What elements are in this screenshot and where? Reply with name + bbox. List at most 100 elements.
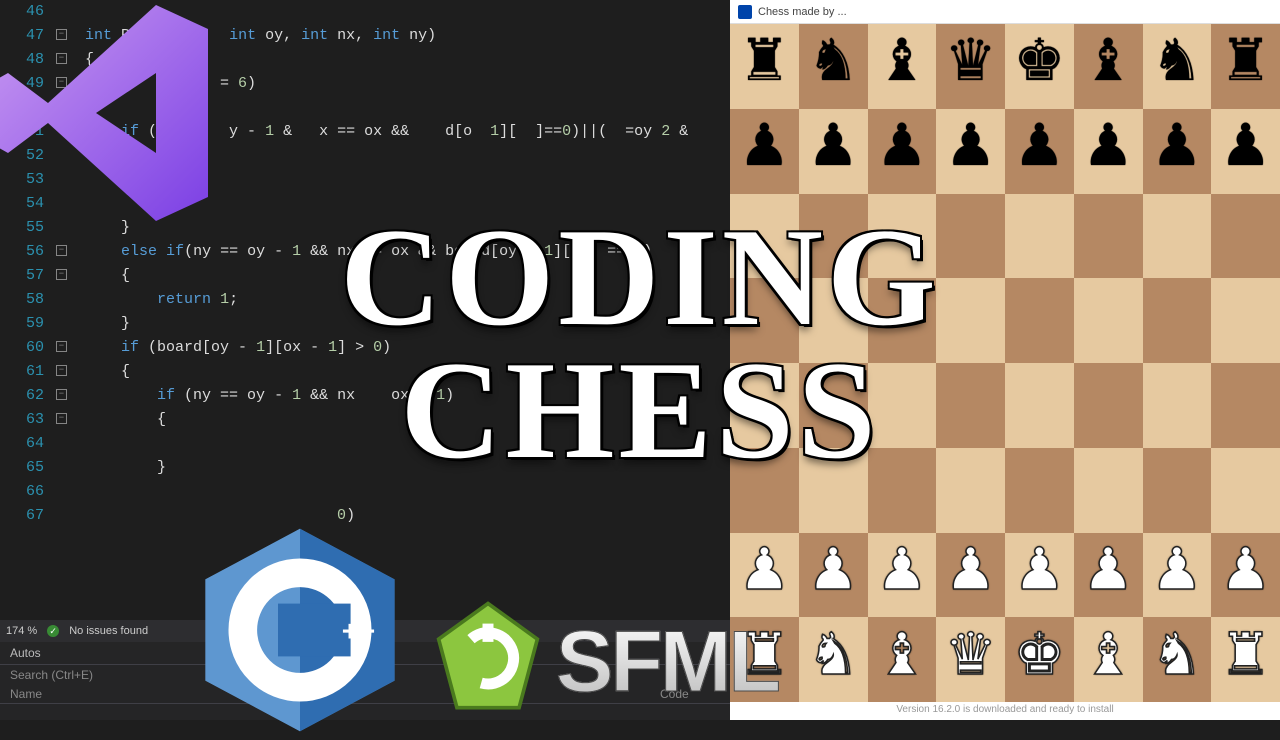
board-square[interactable]: ♟ <box>1005 109 1074 194</box>
board-square[interactable] <box>1074 278 1143 363</box>
board-square[interactable]: ♜ <box>730 617 799 702</box>
piece-wn[interactable]: ♞ <box>1151 631 1203 689</box>
piece-wn[interactable]: ♞ <box>807 631 859 689</box>
board-square[interactable]: ♟ <box>799 533 868 618</box>
board-square[interactable] <box>936 448 1005 533</box>
piece-bk[interactable]: ♚ <box>1013 37 1065 95</box>
board-square[interactable]: ♜ <box>1211 24 1280 109</box>
piece-bp[interactable]: ♟ <box>1220 122 1272 180</box>
code-line[interactable] <box>58 192 730 216</box>
piece-bb[interactable]: ♝ <box>876 37 928 95</box>
code-line[interactable] <box>58 480 730 504</box>
board-square[interactable] <box>936 278 1005 363</box>
piece-wb[interactable]: ♝ <box>876 631 928 689</box>
code-line[interactable]: if ( y - 1 & x == ox && d[o 1][ ]==0)||(… <box>58 120 730 144</box>
piece-bn[interactable]: ♞ <box>807 37 859 95</box>
board-square[interactable]: ♟ <box>1143 533 1212 618</box>
code-line[interactable]: {− <box>58 48 730 72</box>
code-line[interactable] <box>58 0 730 24</box>
piece-bp[interactable]: ♟ <box>1013 122 1065 180</box>
board-square[interactable]: ♞ <box>1143 617 1212 702</box>
board-square[interactable]: ♟ <box>936 109 1005 194</box>
board-square[interactable] <box>868 278 937 363</box>
piece-bn[interactable]: ♞ <box>1151 37 1203 95</box>
board-square[interactable] <box>936 363 1005 448</box>
board-square[interactable] <box>1074 363 1143 448</box>
board-square[interactable]: ♛ <box>936 24 1005 109</box>
code-line[interactable] <box>58 96 730 120</box>
panel-search[interactable]: Search (Ctrl+E) <box>0 665 730 685</box>
chess-board[interactable]: ♜♞♝♛♚♝♞♜♟♟♟♟♟♟♟♟♟♟♟♟♟♟♟♟♜♞♝♛♚♝♞♜ <box>730 24 1280 702</box>
code-line[interactable]: {− <box>58 408 730 432</box>
piece-bp[interactable]: ♟ <box>807 122 859 180</box>
board-square[interactable] <box>1005 448 1074 533</box>
piece-bb[interactable]: ♝ <box>1082 37 1134 95</box>
fold-toggle[interactable]: − <box>56 365 67 376</box>
piece-bp[interactable]: ♟ <box>1082 122 1134 180</box>
board-square[interactable] <box>1005 278 1074 363</box>
piece-bp[interactable]: ♟ <box>1151 122 1203 180</box>
autos-panel[interactable]: Autos Search (Ctrl+E) Name Type Code <box>0 642 730 720</box>
code-line[interactable] <box>58 432 730 456</box>
piece-wb[interactable]: ♝ <box>1082 631 1134 689</box>
board-square[interactable]: ♚ <box>1005 24 1074 109</box>
piece-wp[interactable]: ♟ <box>876 546 928 604</box>
board-square[interactable]: ♟ <box>1074 109 1143 194</box>
piece-wp[interactable]: ♟ <box>738 546 790 604</box>
col-name[interactable]: Name <box>10 687 335 701</box>
piece-wp[interactable]: ♟ <box>1082 546 1134 604</box>
code-line[interactable] <box>58 144 730 168</box>
col-code[interactable]: Code <box>660 687 720 701</box>
fold-toggle[interactable]: − <box>56 53 67 64</box>
board-square[interactable] <box>1143 363 1212 448</box>
piece-wp[interactable]: ♟ <box>807 546 859 604</box>
code-line[interactable] <box>58 168 730 192</box>
board-square[interactable]: ♟ <box>936 533 1005 618</box>
piece-wk[interactable]: ♚ <box>1013 631 1065 689</box>
board-square[interactable]: ♝ <box>1074 24 1143 109</box>
piece-wr[interactable]: ♜ <box>1220 631 1272 689</box>
col-type[interactable]: Type <box>335 687 660 701</box>
board-square[interactable] <box>1143 194 1212 279</box>
code-line[interactable]: } <box>58 216 730 240</box>
board-square[interactable]: ♚ <box>1005 617 1074 702</box>
board-square[interactable] <box>868 363 937 448</box>
board-square[interactable]: ♛ <box>936 617 1005 702</box>
code-editor[interactable]: 4647484950515253545556575859606162636465… <box>0 0 730 620</box>
board-square[interactable] <box>799 448 868 533</box>
fold-toggle[interactable]: − <box>56 29 67 40</box>
board-square[interactable] <box>868 448 937 533</box>
piece-bp[interactable]: ♟ <box>876 122 928 180</box>
board-square[interactable]: ♝ <box>868 617 937 702</box>
code-line[interactable]: if (ny == oy - 1 && nx ox - 1)− <box>58 384 730 408</box>
fold-toggle[interactable]: − <box>56 77 67 88</box>
code-line[interactable]: 0) <box>58 504 730 528</box>
board-square[interactable] <box>1005 194 1074 279</box>
piece-wr[interactable]: ♜ <box>738 631 790 689</box>
board-square[interactable]: ♟ <box>1211 109 1280 194</box>
board-square[interactable] <box>1143 448 1212 533</box>
code-line[interactable]: } <box>58 456 730 480</box>
code-line[interactable]: int P int oy, int nx, int ny)− <box>58 24 730 48</box>
piece-bq[interactable]: ♛ <box>945 37 997 95</box>
board-square[interactable] <box>1211 363 1280 448</box>
board-square[interactable] <box>730 448 799 533</box>
piece-wp[interactable]: ♟ <box>1013 546 1065 604</box>
board-square[interactable]: ♝ <box>868 24 937 109</box>
fold-toggle[interactable]: − <box>56 269 67 280</box>
code-line[interactable]: } <box>58 312 730 336</box>
piece-bp[interactable]: ♟ <box>945 122 997 180</box>
board-square[interactable]: ♜ <box>730 24 799 109</box>
piece-bp[interactable]: ♟ <box>738 122 790 180</box>
fold-toggle[interactable]: − <box>56 245 67 256</box>
board-square[interactable] <box>1074 194 1143 279</box>
board-square[interactable]: ♟ <box>868 109 937 194</box>
board-square[interactable]: ♟ <box>1211 533 1280 618</box>
window-titlebar[interactable]: Chess made by ... <box>730 0 1280 24</box>
board-square[interactable] <box>1074 448 1143 533</box>
code-line[interactable]: return 1; <box>58 288 730 312</box>
board-square[interactable] <box>799 363 868 448</box>
board-square[interactable] <box>1211 194 1280 279</box>
board-square[interactable]: ♟ <box>730 533 799 618</box>
board-square[interactable] <box>730 194 799 279</box>
